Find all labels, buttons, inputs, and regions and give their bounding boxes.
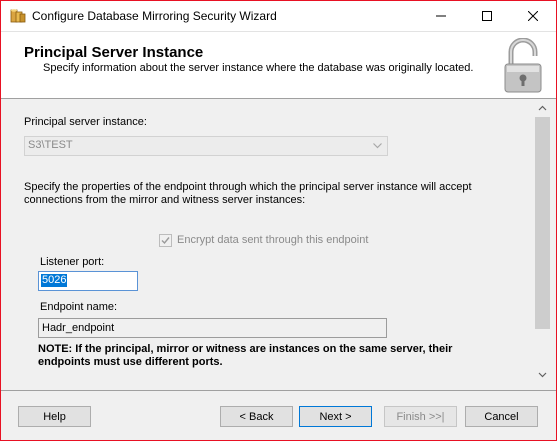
encrypt-checkbox-label: Encrypt data sent through this endpoint [177,234,369,246]
window-title: Configure Database Mirroring Security Wi… [32,9,277,23]
endpoint-description: Specify the properties of the endpoint t… [24,181,472,206]
footer-divider [1,390,556,391]
listener-port-value: 5026 [41,274,68,287]
close-button[interactable] [510,1,556,31]
encrypt-checkbox[interactable] [159,233,172,247]
listener-port-label: Listener port: [40,256,105,268]
next-button[interactable]: Next > [299,406,372,427]
help-button[interactable]: Help [18,406,91,427]
title-bar[interactable]: Configure Database Mirroring Security Wi… [1,1,556,31]
chevron-up-icon [538,105,547,110]
close-icon [528,11,538,21]
maximize-button[interactable] [464,1,510,31]
endpoint-name-input[interactable]: Hadr_endpoint [38,318,387,338]
chevron-down-icon [372,140,383,151]
scroll-down-button[interactable] [534,366,551,383]
listener-port-input[interactable]: 5026 [38,271,138,291]
scrollbar-thumb[interactable] [535,117,550,329]
chevron-down-icon [538,372,547,377]
principal-instance-value: S3\TEST [28,139,73,151]
minimize-icon [436,15,446,17]
vertical-scrollbar[interactable] [534,99,551,383]
encrypt-checkbox-row: Encrypt data sent through this endpoint [159,233,368,247]
endpoint-name-label: Endpoint name: [40,301,118,313]
scroll-up-button[interactable] [534,99,551,116]
finish-button[interactable]: Finish >>| [384,406,457,427]
database-app-icon [10,8,26,24]
checkmark-icon [161,236,170,244]
ports-note: NOTE: If the principal, mirror or witnes… [38,343,453,368]
minimize-button[interactable] [418,1,464,31]
wizard-header: Principal Server Instance Specify inform… [1,31,556,99]
principal-instance-dropdown[interactable]: S3\TEST [24,136,388,156]
back-button[interactable]: < Back [220,406,293,427]
maximize-icon [482,11,492,21]
endpoint-name-value: Hadr_endpoint [42,322,115,334]
principal-instance-label: Principal server instance: [24,116,147,128]
content-panel: Principal server instance: S3\TEST Speci… [1,99,534,383]
page-subtitle: Specify information about the server ins… [43,62,474,74]
wizard-window: Configure Database Mirroring Security Wi… [0,0,557,441]
page-title: Principal Server Instance [24,44,204,61]
cancel-button[interactable]: Cancel [465,406,538,427]
padlock-icon [501,37,545,94]
